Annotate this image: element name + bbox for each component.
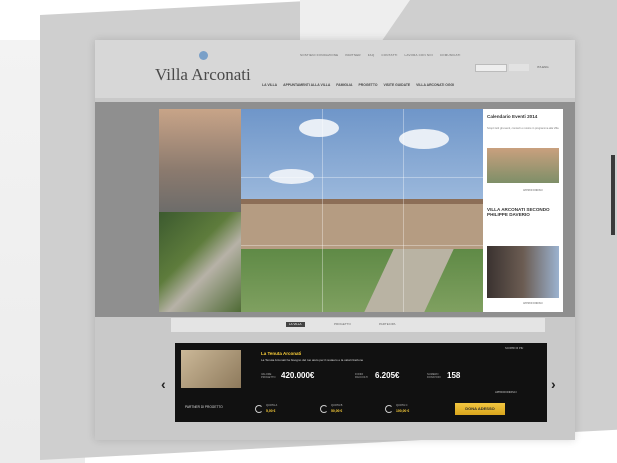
util-nav-item[interactable]: COMUNICATI [440,53,461,57]
daverio-title[interactable]: VILLA ARCONATI SECONDO PHILIPPE DAVERIO [487,207,559,217]
events-sidebar: Calendario Eventi 2014 Scopri tutti gli … [483,109,563,312]
partner-label: PARTNER DI PROGETTO [185,405,223,409]
search-input[interactable] [475,64,507,72]
util-nav-item[interactable]: CONTATTI [381,53,397,57]
grid-line [241,177,483,178]
slider-tabs: LA VILLA PROGETTO PARTECIPA [171,318,545,332]
promo-image[interactable] [181,350,241,388]
main-nav-item[interactable]: FAMIGLIA [336,83,352,87]
util-nav-item[interactable]: PARTNER [345,53,360,57]
palace-facade [241,204,483,249]
search-button[interactable] [509,64,529,71]
quota-price: 100,00 € [396,409,410,413]
donate-button[interactable]: DONA ADESSO [455,403,505,415]
promo-link[interactable]: SCOPRI DI PIU [505,347,523,350]
site-header: Villa Arconati SOSTIENI FONDAZIONE PARTN… [95,40,575,98]
hero-image[interactable] [159,109,483,312]
quota-name: QUOTA B [331,404,343,407]
stat-value: 6.205€ [375,371,400,380]
refresh-icon [385,405,393,413]
side-tab[interactable] [611,155,615,235]
events-text: Scopri tutti gli eventi, concerti e most… [487,127,559,130]
utility-nav: SOSTIENI FONDAZIONE PARTNER FAQ CONTATTI… [300,53,461,57]
prev-arrow-icon[interactable]: ‹ [161,376,166,392]
refresh-icon [320,405,328,413]
slider-tab[interactable]: LA VILLA [286,322,305,327]
main-nav-item[interactable]: LA VILLA [262,83,277,87]
cloud-shape [399,129,449,149]
util-nav-item[interactable]: LAVORA CON NOI [405,53,433,57]
stat-label: FONDI RACCOLTI [355,373,368,379]
promo-more-link[interactable]: APPROFONDISCI [495,391,516,394]
site-logo[interactable]: Villa Arconati [155,65,251,85]
main-nav-item[interactable]: VISITE GUIDATE [383,83,410,87]
quota-price: 5,00 € [266,409,276,413]
util-nav-item[interactable]: SOSTIENI FONDAZIONE [300,53,338,57]
website-screenshot: Villa Arconati SOSTIENI FONDAZIONE PARTN… [95,40,615,440]
promo-title: La Tenuta Arconati [261,351,302,356]
daverio-more-link[interactable]: APPROFONDISCI [523,302,543,305]
stat-value: 158 [447,371,461,380]
promo-description: La Tenuta Arconati ha bisogno del tuo ai… [261,358,364,362]
stat-label: NUMERO DONATORI [427,373,441,379]
grid-line [403,109,404,312]
slider-tab[interactable]: PROGETTO [331,322,354,327]
main-nav: LA VILLA APPUNTAMENTI ALLA VILLA FAMIGLI… [262,83,454,87]
main-nav-item[interactable]: PROGETTO [359,83,378,87]
util-nav-item[interactable]: FAQ [368,53,375,57]
hero-section: Calendario Eventi 2014 Scopri tutti gli … [95,102,575,317]
cloud-shape [299,119,339,137]
events-title[interactable]: Calendario Eventi 2014 [487,114,559,119]
photo-tile-crowd [159,109,241,212]
crowdfunding-panel: La Tenuta Arconati La Tenuta Arconati ha… [175,343,547,422]
events-more-link[interactable]: APPROFONDISCI [523,189,543,192]
quota-name: QUOTA A [266,404,278,407]
refresh-icon [255,405,263,413]
events-image[interactable] [487,148,559,183]
daverio-image[interactable] [487,246,559,298]
slider-tab[interactable]: PARTECIPA [376,322,399,327]
next-arrow-icon[interactable]: › [551,376,556,392]
grid-line [241,245,483,246]
quota-name: QUOTA C [396,404,408,407]
stat-value: 420.000€ [281,371,315,380]
stat-label: VALORE PROGETTO [261,373,276,379]
quota-price: 50,00 € [331,409,343,413]
logo-icon [199,51,208,60]
donation-row: PARTNER DI PROGETTO QUOTA A 5,00 € QUOTA… [175,395,547,422]
language-switch[interactable]: ITA ENG [537,65,549,69]
main-nav-item[interactable]: VILLA ARCONATI OGGI [416,83,454,87]
grid-line [322,109,323,312]
photo-tile-statue [159,212,241,312]
main-nav-item[interactable]: APPUNTAMENTI ALLA VILLA [283,83,330,87]
